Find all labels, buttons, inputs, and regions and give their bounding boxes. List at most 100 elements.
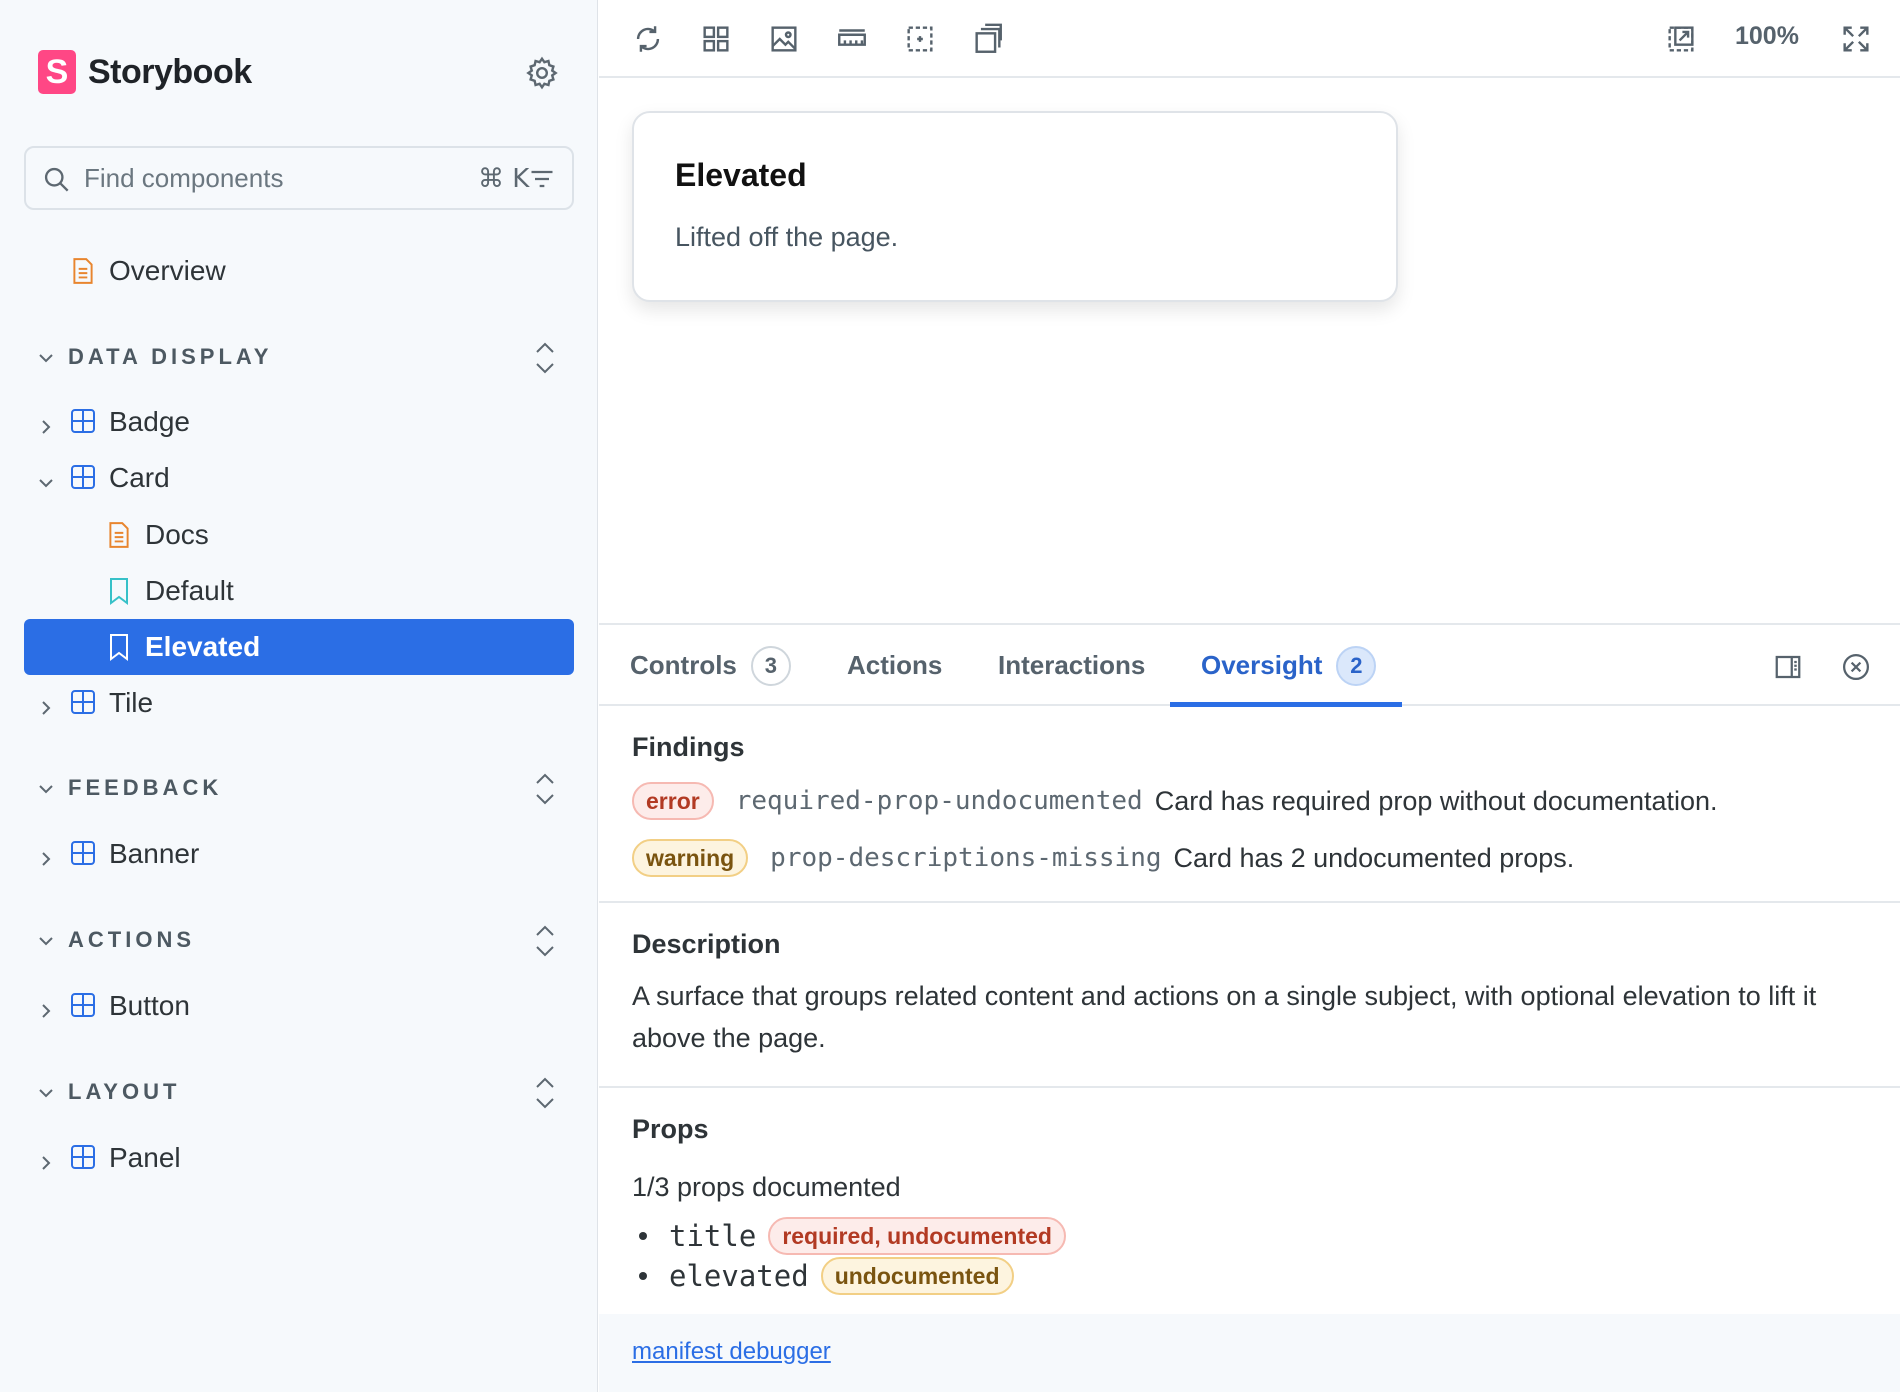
prop-item: elevated undocumented (639, 1256, 1014, 1296)
card-text: Lifted off the page. (675, 222, 899, 252)
props-summary: 1/3 props documented (632, 1172, 901, 1202)
card-title: Elevated (675, 157, 807, 193)
tab-label: Actions (847, 650, 943, 680)
tab-actions[interactable]: Actions (847, 625, 942, 706)
document-icon (70, 257, 96, 285)
section-label: FEEDBACK (68, 775, 223, 800)
tab-label: Oversight (1201, 650, 1323, 680)
sidebar-item-label: Tile (109, 687, 154, 718)
severity-badge-error: error (632, 782, 714, 820)
remount-icon[interactable] (631, 22, 665, 56)
component-icon (70, 992, 96, 1020)
findings-heading: Findings (632, 732, 745, 762)
grid-icon[interactable] (699, 22, 733, 56)
prop-status-badge: required, undocumented (768, 1217, 1066, 1255)
elevated-card-preview: Elevated Lifted off the page. (632, 111, 1398, 302)
section-label: ACTIONS (68, 927, 195, 952)
storybook-app: S Storybook ⌘ K Overview DATA DIS (0, 0, 1900, 1392)
search-shortcut: ⌘ K (478, 164, 530, 194)
sidebar-item-banner[interactable]: Banner (24, 826, 574, 882)
chevron-right-icon (36, 996, 56, 1018)
tab-controls[interactable]: Controls 3 (630, 625, 791, 706)
ruler-icon[interactable] (835, 22, 869, 56)
chevron-down-icon (36, 779, 56, 799)
sidebar-item-label: Docs (145, 519, 209, 550)
close-panel-icon[interactable] (1841, 652, 1871, 682)
component-icon (70, 408, 96, 436)
open-new-tab-icon[interactable] (1664, 22, 1698, 56)
section-label: DATA DISPLAY (68, 344, 273, 369)
prop-status-badge: undocumented (820, 1257, 1014, 1295)
chevron-down-icon (36, 348, 56, 368)
search-box: ⌘ K (24, 146, 574, 210)
storybook-logo-icon: S (38, 50, 76, 94)
sidebar-item-card[interactable]: Card (24, 450, 574, 506)
sidebar-item-label: Default (145, 575, 234, 606)
section-layout[interactable]: LAYOUT (24, 1065, 574, 1121)
sidebar-item-card-docs[interactable]: Docs (24, 507, 574, 563)
section-label: LAYOUT (68, 1079, 181, 1104)
finding-message: Card has 2 undocumented props. (1173, 842, 1575, 873)
prop-item: title required, undocumented (639, 1216, 1066, 1256)
section-actions[interactable]: ACTIONS (24, 913, 574, 969)
prop-name: elevated (669, 1259, 809, 1293)
bookmark-icon (108, 633, 134, 661)
tab-label: Controls (630, 650, 737, 680)
sidebar: S Storybook ⌘ K Overview DATA DIS (0, 0, 598, 1392)
expand-collapse-icon[interactable] (532, 1075, 558, 1111)
brand-name: Storybook (88, 52, 252, 91)
panel-footer: manifest debugger (599, 1314, 1900, 1392)
toolbar: 100% (599, 0, 1900, 78)
severity-badge-warning: warning (632, 839, 749, 877)
component-icon (70, 464, 96, 492)
section-data-display[interactable]: DATA DISPLAY (24, 330, 574, 386)
sidebar-item-card-default[interactable]: Default (24, 563, 574, 619)
expand-collapse-icon[interactable] (532, 340, 558, 376)
sidebar-item-tile[interactable]: Tile (24, 675, 574, 731)
description-heading: Description (632, 929, 781, 959)
background-image-icon[interactable] (767, 22, 801, 56)
preview-canvas: Elevated Lifted off the page. (599, 78, 1900, 623)
sidebar-item-panel[interactable]: Panel (24, 1130, 574, 1186)
chevron-right-icon (36, 1148, 56, 1170)
finding-row: warning prop-descriptions-missing Card h… (632, 838, 1574, 878)
expand-collapse-icon[interactable] (532, 771, 558, 807)
brand[interactable]: S Storybook (38, 48, 252, 96)
sidebar-item-label: Badge (109, 406, 190, 437)
sidebar-item-label: Elevated (145, 631, 261, 662)
tab-count-badge: 3 (750, 645, 791, 686)
sidebar-item-overview[interactable]: Overview (24, 243, 574, 299)
filter-icon[interactable] (528, 165, 556, 193)
sidebar-item-label: Overview (109, 255, 226, 286)
finding-rule: required-prop-undocumented (735, 786, 1143, 816)
settings-gear-icon[interactable] (524, 55, 560, 91)
chevron-right-icon (36, 412, 56, 434)
component-icon (70, 840, 96, 868)
outline-icon[interactable] (903, 22, 937, 56)
description-text: A surface that groups related content an… (632, 981, 1817, 1053)
transparency-icon[interactable] (971, 22, 1005, 56)
fullscreen-icon[interactable] (1839, 22, 1873, 56)
addons-panel: Controls 3 Actions Interactions Oversigh… (599, 623, 1900, 1392)
chevron-right-icon (36, 693, 56, 715)
search-input[interactable] (84, 158, 444, 198)
tab-oversight[interactable]: Oversight 2 (1201, 625, 1377, 706)
tab-interactions[interactable]: Interactions (998, 625, 1145, 706)
finding-rule: prop-descriptions-missing (770, 843, 1162, 873)
section-feedback[interactable]: FEEDBACK (24, 761, 574, 817)
zoom-level[interactable]: 100% (1735, 22, 1799, 51)
finding-row: error required-prop-undocumented Card ha… (632, 781, 1718, 821)
sidebar-item-button[interactable]: Button (24, 978, 574, 1034)
manifest-debugger-link[interactable]: manifest debugger (632, 1338, 831, 1366)
sidebar-item-badge[interactable]: Badge (24, 394, 574, 450)
sidebar-item-label: Button (109, 990, 190, 1021)
chevron-down-icon (36, 931, 56, 951)
sidebar-item-label: Panel (109, 1142, 181, 1173)
findings-section: Findings error required-prop-undocumente… (599, 706, 1900, 903)
finding-message: Card has required prop without documenta… (1154, 785, 1718, 816)
main-area: 100% Elevated Lifted off the page. Contr… (599, 0, 1900, 1392)
description-section: Description A surface that groups relate… (599, 903, 1900, 1088)
sidebar-item-card-elevated[interactable]: Elevated (24, 619, 574, 675)
expand-collapse-icon[interactable] (532, 923, 558, 959)
panel-orientation-icon[interactable] (1773, 652, 1803, 682)
